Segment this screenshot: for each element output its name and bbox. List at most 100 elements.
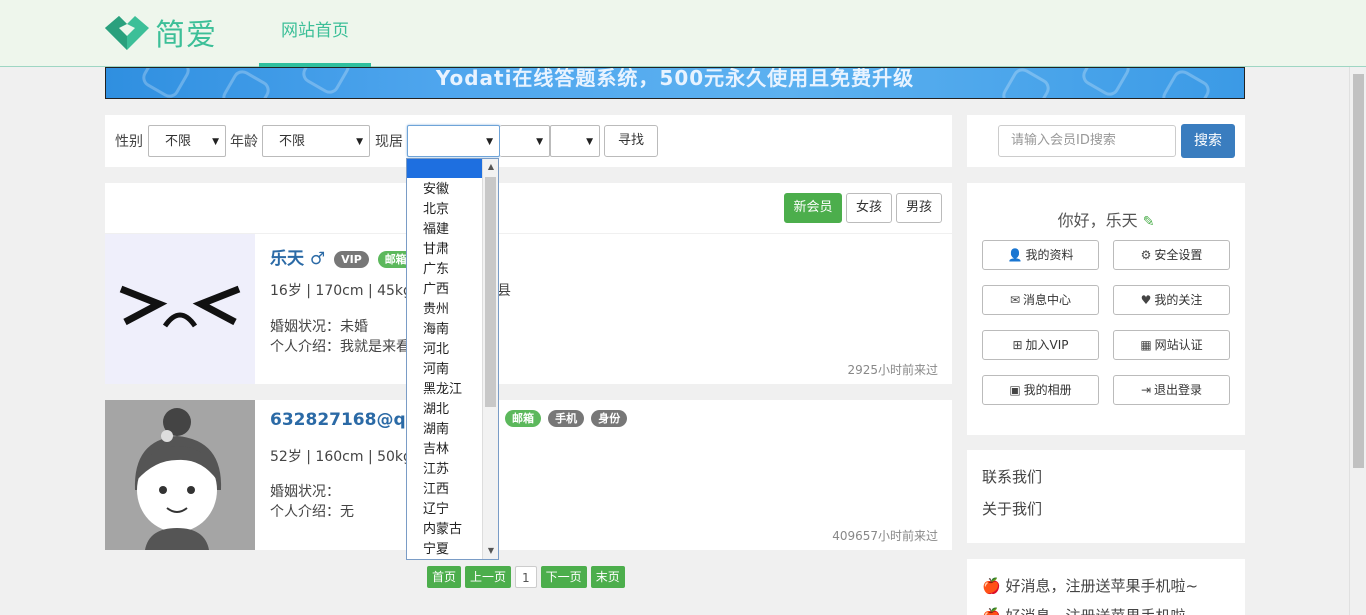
boys-tab[interactable]: 男孩 bbox=[896, 193, 942, 223]
province-option[interactable]: 广东 bbox=[423, 260, 449, 280]
gender-select[interactable]: 不限 ▼ bbox=[148, 125, 226, 157]
contact-us-link[interactable]: 联系我们 bbox=[982, 466, 1042, 487]
province-option[interactable]: 吉林 bbox=[423, 440, 449, 460]
province-option[interactable]: 黑龙江 bbox=[423, 380, 462, 400]
gift-icon: ⊞ bbox=[1012, 338, 1023, 352]
my-profile-label: 我的资料 bbox=[1025, 248, 1074, 262]
province-option-blank[interactable] bbox=[407, 159, 483, 178]
province-option[interactable]: 内蒙古 bbox=[423, 520, 462, 540]
chevron-down-icon: ▼ bbox=[356, 137, 363, 147]
logout-label: 退出登录 bbox=[1154, 383, 1203, 397]
chevron-down-icon: ▼ bbox=[586, 137, 593, 147]
scroll-down-icon[interactable]: ▼ bbox=[483, 543, 498, 559]
page-scrollbar[interactable] bbox=[1349, 67, 1366, 615]
vip-badge: VIP bbox=[334, 250, 369, 268]
member-id-search-input[interactable]: 请输入会员ID搜索 bbox=[998, 125, 1176, 157]
province-dropdown-list[interactable]: 安徽 北京 福建 甘肃 广东 广西 贵州 海南 河北 河南 黑龙江 湖北 湖南 吉林 江苏 江西 辽宁 内蒙古 宁夏… bbox=[406, 158, 499, 560]
security-settings-label: 安全设置 bbox=[1154, 248, 1203, 262]
member-stats: 16岁 | 170cm | 45kg bbox=[270, 283, 412, 299]
province-option[interactable]: 安徽 bbox=[423, 180, 449, 200]
member-badges: 邮箱 手机 身份 bbox=[502, 410, 628, 427]
site-logo[interactable]: 简爱 bbox=[105, 10, 217, 54]
news-item[interactable]: 🍎 好消息，注册送苹果手机啦~ bbox=[982, 575, 1198, 596]
next-page-button[interactable]: 下一页 bbox=[540, 566, 587, 588]
security-settings-button[interactable]: ⚙ 安全设置 bbox=[1113, 240, 1230, 270]
girls-tab[interactable]: 女孩 bbox=[846, 193, 892, 223]
province-option[interactable]: 贵州 bbox=[423, 300, 449, 320]
message-center-button[interactable]: ✉ 消息中心 bbox=[982, 285, 1099, 315]
qrcode-icon: ▦ bbox=[1140, 338, 1152, 352]
logo-heart-icon bbox=[105, 16, 149, 50]
province-option[interactable]: 河南 bbox=[423, 360, 449, 380]
logout-button[interactable]: ⇥ 退出登录 bbox=[1113, 375, 1230, 405]
current-page[interactable]: 1 bbox=[515, 566, 537, 588]
logo-text: 简爱 bbox=[155, 18, 217, 53]
my-follows-label: 我的关注 bbox=[1154, 293, 1203, 307]
nav-home-tab[interactable]: 网站首页 bbox=[259, 0, 371, 67]
member-card: 632827168@qq.c 邮箱 手机 身份 52岁 | 160cm | 50… bbox=[105, 400, 952, 550]
age-label: 年龄 bbox=[230, 134, 258, 150]
gender-select-value: 不限 bbox=[165, 134, 192, 149]
province-select[interactable]: ▼ bbox=[407, 125, 500, 157]
edit-icon[interactable]: ✎ bbox=[1143, 214, 1155, 230]
banner-text: Yodati在线答题系统，500元永久使用且免费升级 bbox=[435, 67, 915, 90]
my-album-label: 我的相册 bbox=[1023, 383, 1072, 397]
member-intro: 个人介绍：我就是来看 bbox=[270, 339, 410, 355]
face-emoticon-image bbox=[119, 285, 241, 328]
scroll-up-icon[interactable]: ▲ bbox=[483, 159, 498, 175]
top-header: 简爱 网站首页 bbox=[0, 0, 1366, 67]
page-scroll-thumb[interactable] bbox=[1353, 74, 1364, 468]
age-select-value: 不限 bbox=[279, 134, 306, 149]
province-option[interactable]: 福建 bbox=[423, 220, 449, 240]
city-select[interactable]: ▼ bbox=[500, 125, 550, 157]
chevron-down-icon: ▼ bbox=[536, 137, 543, 147]
news-panel: 🍎 好消息，注册送苹果手机啦~ 🍎 好消息，注册送苹果手机啦~ bbox=[967, 559, 1245, 615]
member-location-tail: 县 bbox=[497, 283, 511, 299]
age-select[interactable]: 不限 ▼ bbox=[262, 125, 370, 157]
residence-label: 现居 bbox=[375, 134, 403, 150]
news-item-text: 好消息，注册送苹果手机啦~ bbox=[1005, 577, 1199, 595]
province-option[interactable]: 河北 bbox=[423, 340, 449, 360]
my-profile-button[interactable]: 👤 我的资料 bbox=[982, 240, 1099, 270]
province-option[interactable]: 江苏 bbox=[423, 460, 449, 480]
gear-icon: ⚙ bbox=[1140, 248, 1152, 262]
new-members-tab[interactable]: 新会员 bbox=[784, 193, 842, 223]
apple-icon: 🍎 bbox=[982, 607, 1001, 615]
chevron-down-icon: ▼ bbox=[486, 137, 493, 147]
province-option[interactable]: 江西 bbox=[423, 480, 449, 500]
province-option[interactable]: 宁夏 bbox=[423, 540, 449, 559]
district-select[interactable]: ▼ bbox=[550, 125, 600, 157]
join-vip-button[interactable]: ⊞ 加入VIP bbox=[982, 330, 1099, 360]
member-marriage: 婚姻状况： bbox=[270, 484, 340, 500]
ad-banner[interactable]: Yodati在线答题系统，500元永久使用且免费升级 bbox=[105, 67, 1245, 99]
my-follows-button[interactable]: ♥ 我的关注 bbox=[1113, 285, 1230, 315]
province-option[interactable]: 海南 bbox=[423, 320, 449, 340]
prev-page-button[interactable]: 上一页 bbox=[465, 566, 512, 588]
find-button[interactable]: 寻找 bbox=[604, 125, 658, 157]
site-verify-button[interactable]: ▦ 网站认证 bbox=[1113, 330, 1230, 360]
province-option[interactable]: 辽宁 bbox=[423, 500, 449, 520]
my-album-button[interactable]: ▣ 我的相册 bbox=[982, 375, 1099, 405]
user-panel: 你好，乐天 ✎ 👤 我的资料 ⚙ 安全设置 ✉ 消息中心 ♥ 我的关注 ⊞ 加入VIP ▦… bbox=[967, 183, 1245, 435]
member-avatar[interactable] bbox=[105, 234, 255, 384]
news-item[interactable]: 🍎 好消息，注册送苹果手机啦~ bbox=[982, 605, 1198, 615]
province-option[interactable]: 北京 bbox=[423, 200, 449, 220]
dropdown-scrollbar[interactable]: ▲ ▼ bbox=[482, 159, 498, 559]
province-option[interactable]: 甘肃 bbox=[423, 240, 449, 260]
dropdown-scroll-thumb[interactable] bbox=[485, 177, 496, 407]
province-option[interactable]: 湖南 bbox=[423, 420, 449, 440]
pagination: 首页 上一页 1 下一页 末页 bbox=[427, 566, 625, 588]
default-female-avatar-image bbox=[105, 400, 255, 550]
last-page-button[interactable]: 末页 bbox=[590, 566, 625, 588]
gender-label: 性别 bbox=[115, 134, 143, 150]
about-us-link[interactable]: 关于我们 bbox=[982, 498, 1042, 519]
province-option[interactable]: 湖北 bbox=[423, 400, 449, 420]
first-page-button[interactable]: 首页 bbox=[427, 566, 462, 588]
member-avatar[interactable] bbox=[105, 400, 255, 550]
news-item-text: 好消息，注册送苹果手机啦~ bbox=[1005, 607, 1198, 615]
search-button[interactable]: 搜索 bbox=[1181, 124, 1235, 158]
province-option[interactable]: 广西 bbox=[423, 280, 449, 300]
picture-icon: ▣ bbox=[1009, 383, 1021, 397]
last-seen: 2925小时前来过 bbox=[847, 363, 938, 377]
member-name[interactable]: 乐天 ♂ VIP 邮箱 bbox=[270, 244, 414, 269]
